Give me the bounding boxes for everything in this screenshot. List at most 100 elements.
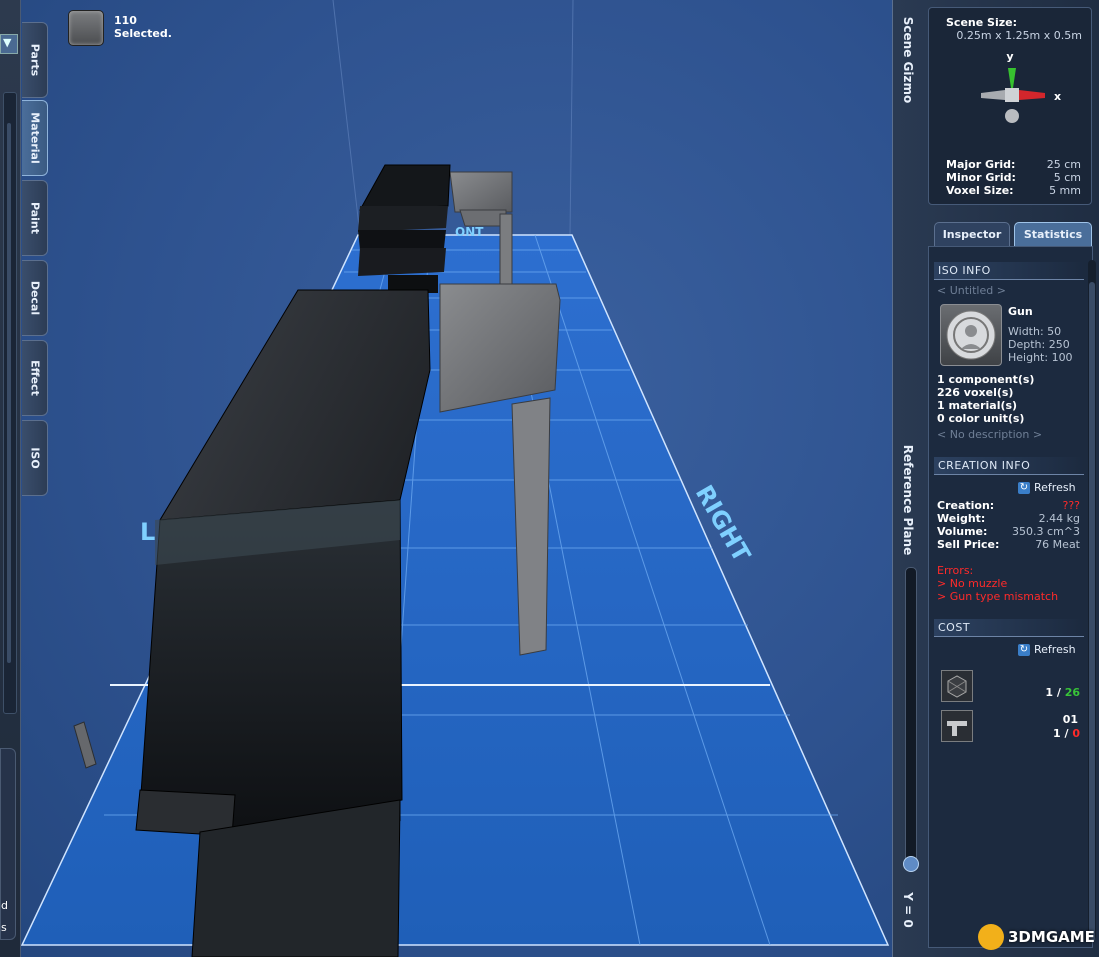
iso-voxels: 226 voxel(s)	[937, 386, 1014, 399]
creation-refresh-button[interactable]: ↻ Refresh	[1018, 481, 1076, 494]
axis-gizmo[interactable]: y x	[929, 48, 1091, 158]
scene-size-value: 0.25m x 1.25m x 0.5m	[956, 29, 1082, 42]
scene-size-label: Scene Size:	[946, 16, 1017, 29]
axis-y-label: y	[1006, 50, 1013, 63]
tab-label: Material	[28, 112, 41, 164]
cost-have: 1	[1053, 727, 1061, 740]
left-bottom-panel: d s	[0, 748, 16, 940]
iso-type: Gun	[1008, 305, 1033, 318]
selection-material-icon	[68, 10, 104, 46]
left-fragment-2: s	[1, 921, 7, 934]
tab-decal[interactable]: Decal	[22, 260, 48, 336]
volume-label: Volume:	[937, 525, 988, 538]
voxel-size-label: Voxel Size:	[946, 184, 1014, 197]
cost-have: 1	[1045, 686, 1053, 699]
voxel-block-icon	[941, 670, 973, 702]
refresh-icon: ↻	[1018, 643, 1030, 656]
iso-info-header: ISO INFO	[934, 262, 1084, 280]
tab-material[interactable]: Material	[22, 100, 48, 176]
scene-gizmo-label: Scene Gizmo	[901, 16, 915, 104]
cost-separator: /	[1060, 727, 1073, 740]
minor-grid-label: Minor Grid:	[946, 171, 1016, 184]
floor-label-left: L	[140, 518, 155, 546]
guide-line	[569, 0, 574, 236]
neg-z-axis-icon	[1005, 109, 1019, 123]
tab-reference-plane[interactable]: Reference Plane	[893, 440, 923, 560]
gun-type-icon	[940, 304, 1002, 366]
floor-label-front: ONT	[455, 225, 484, 239]
left-toolbar: d s	[0, 0, 21, 957]
refresh-icon: ↻	[1018, 481, 1030, 494]
reference-plane-value: Y = 0	[893, 885, 923, 935]
reference-plane-slider[interactable]	[905, 567, 917, 869]
selection-count: 110	[114, 14, 137, 27]
refresh-label: Refresh	[1034, 481, 1076, 494]
error-item: > Gun type mismatch	[937, 590, 1059, 603]
iso-materials: 1 material(s)	[937, 399, 1018, 412]
grey-cylinder	[73, 721, 97, 769]
reference-plane-slider-handle[interactable]	[903, 856, 919, 872]
cost-header: COST	[934, 619, 1084, 637]
neg-x-axis-icon	[981, 90, 1005, 100]
sell-price-label: Sell Price:	[937, 538, 1000, 551]
tab-parts[interactable]: Parts	[22, 22, 48, 98]
tab-label: Paint	[28, 201, 41, 235]
iso-components: 1 component(s)	[937, 373, 1035, 386]
iso-name[interactable]: < Untitled >	[937, 284, 1006, 297]
tab-label: Parts	[28, 43, 41, 77]
reference-plane-label: Reference Plane	[901, 444, 915, 556]
x-axis-icon	[1019, 90, 1045, 100]
y-axis-icon	[1008, 68, 1016, 88]
scene-gizmo-box: Scene Size: 0.25m x 1.25m x 0.5m y x Maj…	[928, 7, 1092, 205]
tab-statistics[interactable]: Statistics	[1014, 222, 1092, 246]
tab-inspector[interactable]: Inspector	[934, 222, 1010, 246]
tab-effect[interactable]: Effect	[22, 340, 48, 416]
statistics-scrollbar[interactable]	[1088, 260, 1096, 942]
tab-label: Decal	[28, 280, 41, 316]
major-grid-value: 25 cm	[1046, 158, 1081, 171]
selection-info: 110 Selected.	[114, 14, 172, 40]
cost-item-2-label: 01	[1062, 713, 1078, 726]
iso-color-units: 0 color unit(s)	[937, 412, 1025, 425]
volume-value: 350.3 cm^3	[1012, 525, 1080, 538]
tab-label: Effect	[28, 360, 41, 396]
iso-description[interactable]: < No description >	[937, 428, 1042, 441]
weight-label: Weight:	[937, 512, 986, 525]
cost-item-2-amount: 1 / 0	[1000, 727, 1080, 740]
voxel-size-value: 5 mm	[1049, 184, 1081, 197]
reference-plane-y: Y = 0	[901, 892, 915, 928]
iso-depth: Depth: 250	[1008, 338, 1070, 351]
cost-refresh-button[interactable]: ↻ Refresh	[1018, 643, 1076, 656]
gun-emblem-icon	[946, 310, 996, 360]
gun-part-icon	[941, 710, 973, 742]
creation-label: Creation:	[937, 499, 995, 512]
sell-price-value: 76 Meat	[1035, 538, 1080, 551]
guide-line	[332, 0, 361, 236]
error-item: > No muzzle	[937, 577, 1008, 590]
cost-item-1-amount: 1 / 26	[1000, 686, 1080, 699]
dropdown-button[interactable]	[0, 34, 18, 54]
cost-need: 0	[1072, 727, 1080, 740]
creation-info-header: CREATION INFO	[934, 457, 1084, 475]
left-scrollbar[interactable]	[3, 92, 17, 714]
iso-height: Height: 100	[1008, 351, 1073, 364]
gizmo-center-icon	[1005, 88, 1019, 102]
minor-grid-value: 5 cm	[1053, 171, 1081, 184]
selection-label: Selected.	[114, 27, 172, 40]
major-grid-label: Major Grid:	[946, 158, 1016, 171]
iso-width: Width: 50	[1008, 325, 1062, 338]
cost-need: 26	[1064, 686, 1080, 699]
cost-separator: /	[1053, 686, 1065, 699]
left-fragment-1: d	[1, 899, 8, 912]
tab-scene-gizmo[interactable]: Scene Gizmo	[893, 10, 923, 110]
tab-iso[interactable]: ISO	[22, 420, 48, 496]
creation-value: ???	[1062, 499, 1080, 512]
watermark-logo-icon	[978, 924, 1004, 950]
watermark: 3DMGAME	[1008, 928, 1095, 946]
errors-label: Errors:	[937, 564, 974, 577]
refresh-label: Refresh	[1034, 643, 1076, 656]
tab-paint[interactable]: Paint	[22, 180, 48, 256]
weight-value: 2.44 kg	[1038, 512, 1080, 525]
tab-label: ISO	[28, 447, 41, 469]
axis-x-label: x	[1054, 90, 1061, 103]
